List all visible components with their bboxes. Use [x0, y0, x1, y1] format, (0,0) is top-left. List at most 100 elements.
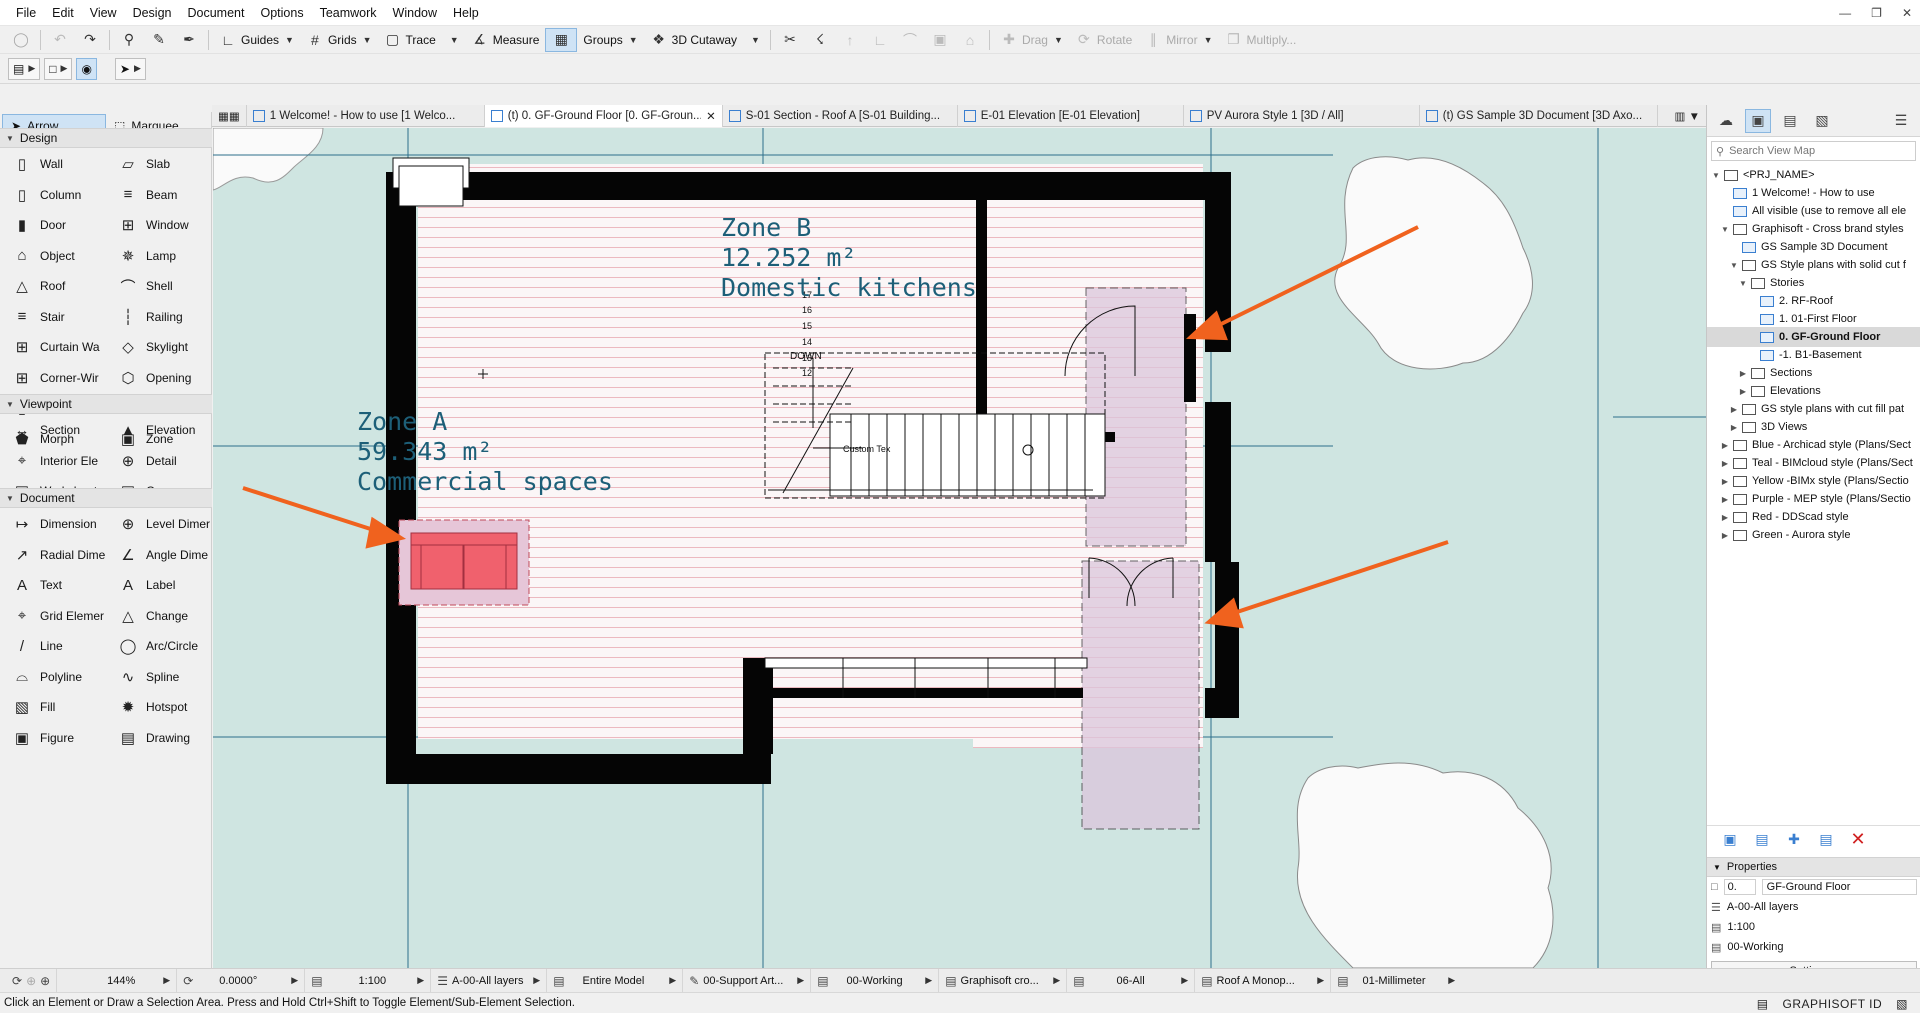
structure-field[interactable]: ▤ 06-All ▶	[1067, 968, 1196, 993]
properties-scale-row[interactable]: ▤ 1:100	[1707, 917, 1920, 937]
save-view-button[interactable]: ▣	[1717, 828, 1743, 852]
multiply-button[interactable]: ❐ Multiply...	[1219, 28, 1303, 52]
tree-view-item[interactable]: 1. 01-First Floor	[1707, 309, 1920, 329]
view-tab[interactable]: 1 Welcome! - How to use [1 Welco...	[247, 104, 485, 127]
chevron-right-icon[interactable]: ▶	[1720, 459, 1730, 468]
teamwork-button[interactable]: ◯	[6, 28, 36, 52]
view-tab[interactable]: PV Aurora Style 1 [3D / All]	[1184, 104, 1420, 127]
tool-door[interactable]: ▮ Door	[0, 211, 106, 239]
guides-button[interactable]: ∟ Guides ▼	[213, 28, 300, 52]
groups-button[interactable]: ▦	[545, 27, 578, 52]
trace-button[interactable]: ▢ Trace ▼	[378, 28, 465, 52]
tree-folder[interactable]: ▶ Sections	[1707, 363, 1920, 383]
tree-folder[interactable]: ▼ <PRJ_NAME>	[1707, 165, 1920, 185]
measure-button[interactable]: ∡ Measure	[465, 28, 546, 52]
elevation-button[interactable]: ⌂	[955, 28, 985, 52]
tree-folder[interactable]: ▼ Stories	[1707, 273, 1920, 293]
view-map-button[interactable]: ▣	[1745, 108, 1771, 133]
tool-elevation[interactable]: ▲ Elevation	[106, 416, 212, 444]
chevron-right-icon[interactable]: ▶	[1720, 477, 1730, 486]
tool-fill[interactable]: ▧ Fill	[0, 693, 106, 721]
chevron-right-icon[interactable]: ▶	[1738, 369, 1748, 378]
section-header-viewpoint[interactable]: ▼ Viewpoint	[0, 394, 212, 414]
tool-slab[interactable]: ▱ Slab	[106, 150, 212, 178]
tree-view-item[interactable]: All visible (use to remove all ele	[1707, 201, 1920, 221]
offset-button[interactable]: ↑	[835, 28, 865, 52]
minimize-icon[interactable]: —	[1839, 6, 1851, 20]
grids-button[interactable]: # Grids ▼	[300, 28, 378, 52]
tree-view-item[interactable]: 2. RF-Roof	[1707, 291, 1920, 311]
pen-set-field[interactable]: ✎ 00-Support Art... ▶	[683, 968, 812, 993]
groups-menu[interactable]: Groups ▼	[577, 28, 643, 52]
menu-help[interactable]: Help	[445, 0, 487, 26]
pick-up-button[interactable]: ✎	[144, 28, 174, 52]
mirror-button[interactable]: ∥ Mirror ▼	[1138, 28, 1218, 52]
tool-object[interactable]: ⌂ Object	[0, 242, 106, 270]
view-settings-button[interactable]: ▤	[1813, 828, 1839, 852]
undo-button[interactable]: ↶	[45, 28, 75, 52]
tool-angle-dimension[interactable]: ∠ Angle Dime	[106, 541, 212, 569]
tree-folder[interactable]: ▶ Purple - MEP style (Plans/Sectio	[1707, 489, 1920, 509]
tree-folder[interactable]: ▶ GS style plans with cut fill pat	[1707, 399, 1920, 419]
tool-shell[interactable]: ⌒ Shell	[106, 272, 212, 300]
floor-plan-canvas[interactable]: DOWN 17 16 15 14 13 12 Custom Tex Zone B 12.2…	[213, 128, 1706, 968]
tree-view-item[interactable]: GS Sample 3D Document	[1707, 237, 1920, 257]
tool-text[interactable]: A Text	[0, 571, 106, 599]
tool-stair[interactable]: ≡ Stair	[0, 303, 106, 331]
rotate-button[interactable]: ⟳ Rotate	[1069, 28, 1138, 52]
properties-layer-row[interactable]: ☰ A-00-All layers	[1707, 897, 1920, 917]
properties-id-field[interactable]: 0.	[1723, 879, 1756, 895]
menu-view[interactable]: View	[82, 0, 125, 26]
tool-dimension[interactable]: ↦ Dimension	[0, 510, 106, 538]
tool-level-dimension[interactable]: ⊕ Level Dimer	[106, 510, 212, 538]
chevron-right-icon[interactable]: ▶	[1738, 387, 1748, 396]
tree-folder[interactable]: ▶ Green - Aurora style	[1707, 525, 1920, 545]
tree-folder[interactable]: ▼ GS Style plans with solid cut f	[1707, 255, 1920, 275]
layers-field[interactable]: ☰ A-00-All layers ▶	[431, 968, 548, 993]
tree-folder[interactable]: ▼ Graphisoft - Cross brand styles	[1707, 219, 1920, 239]
tool-spline[interactable]: ∿ Spline	[106, 663, 212, 691]
tree-view-item[interactable]: -1. B1-Basement	[1707, 345, 1920, 365]
model-view-field[interactable]: ▤ Entire Model ▶	[547, 968, 684, 993]
tool-change[interactable]: △ Change	[106, 602, 212, 630]
tool-roof[interactable]: △ Roof	[0, 272, 106, 300]
properties-status-row[interactable]: ▤ 00-Working	[1707, 937, 1920, 957]
intersect-button[interactable]: ∟	[865, 28, 895, 52]
tree-view-item[interactable]: 0. GF-Ground Floor	[1707, 327, 1920, 347]
angle-field[interactable]: ⟳ 0.0000° ▶	[177, 968, 306, 993]
close-tab-icon[interactable]: ✕	[706, 109, 716, 123]
layout-icon[interactable]: ▤	[1757, 997, 1769, 1011]
tool-wall[interactable]: ▯ Wall	[0, 150, 106, 178]
selection-method-button[interactable]: ▤ ▶	[8, 57, 41, 80]
tool-section[interactable]: ↔ Section	[0, 416, 106, 444]
tool-interior-elevation[interactable]: ⌖ Interior Ele	[0, 447, 106, 475]
zoom-level[interactable]: 144% ▶	[57, 968, 178, 993]
chevron-right-icon[interactable]: ▶	[1720, 441, 1730, 450]
view-map-search[interactable]: ⚲ Search View Map	[1711, 141, 1916, 161]
graphisoft-id-label[interactable]: GRAPHISOFT ID	[1783, 997, 1883, 1011]
layout-book-button[interactable]: ▤	[1777, 109, 1803, 133]
tool-detail[interactable]: ⊕ Detail	[106, 447, 212, 475]
cutaway-button[interactable]: ❖ 3D Cutaway ▼	[644, 28, 766, 52]
menu-edit[interactable]: Edit	[44, 0, 82, 26]
section-header-design[interactable]: ▼ Design	[0, 128, 212, 148]
chevron-right-icon[interactable]: ▶	[1729, 423, 1739, 432]
quick-selection-button[interactable]: ◉	[76, 57, 97, 80]
tool-radial-dimension[interactable]: ↗ Radial Dime	[0, 541, 106, 569]
tool-figure[interactable]: ▣ Figure	[0, 724, 106, 752]
chevron-down-icon[interactable]: ▼	[1738, 279, 1748, 288]
renovation-field[interactable]: ▤ 00-Working ▶	[811, 968, 940, 993]
marquee-method-button[interactable]: □ ▶	[44, 57, 73, 80]
chevron-right-icon[interactable]: ▶	[1720, 513, 1730, 522]
drag-button[interactable]: ✚ Drag ▼	[994, 28, 1069, 52]
inject-button[interactable]: ✒	[174, 28, 204, 52]
tree-view-item[interactable]: 1 Welcome! - How to use	[1707, 183, 1920, 203]
view-tab[interactable]: S-01 Section - Roof A [S-01 Building...	[723, 104, 958, 127]
restore-icon[interactable]: ❐	[1871, 6, 1882, 20]
tree-folder[interactable]: ▶ Blue - Archicad style (Plans/Sect	[1707, 435, 1920, 455]
pointer-button[interactable]: ➤ ▶	[114, 57, 146, 80]
model-filter-field[interactable]: ▤ Roof A Monop... ▶	[1195, 968, 1332, 993]
delete-view-button[interactable]: ✕	[1845, 828, 1871, 852]
tree-folder[interactable]: ▶ Red - DDScad style	[1707, 507, 1920, 527]
menu-window[interactable]: Window	[385, 0, 445, 26]
